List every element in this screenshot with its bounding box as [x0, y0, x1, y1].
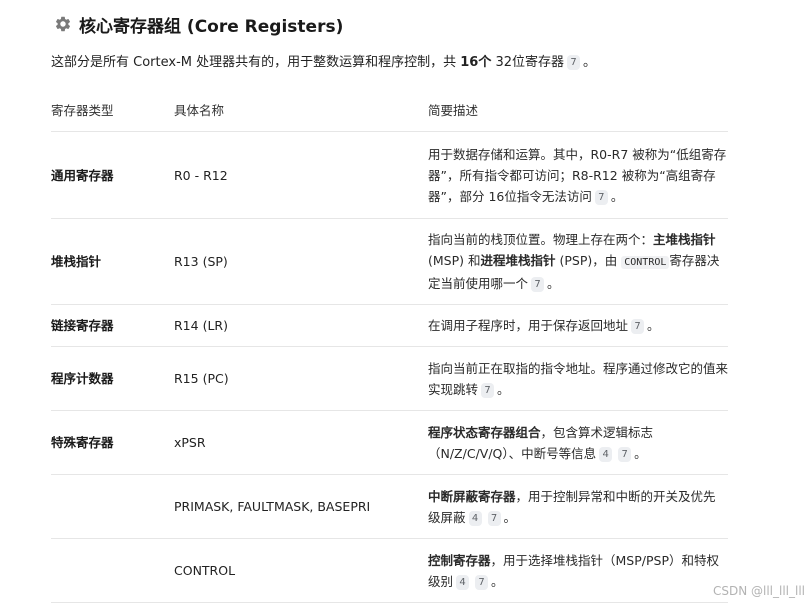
table-header-row: 寄存器类型 具体名称 简要描述	[51, 88, 728, 132]
citation-badge[interactable]: 4	[599, 446, 613, 462]
citation-badge[interactable]: 4	[456, 574, 470, 590]
citation-badge[interactable]: 7	[487, 510, 501, 526]
table-row: 堆栈指针 R13 (SP) 指向当前的栈顶位置。物理上存在两个：主堆栈指针 (M…	[51, 218, 728, 305]
register-type: 特殊寄存器	[51, 410, 174, 475]
citation-badge[interactable]: 7	[594, 189, 608, 205]
section-title: 核心寄存器组 (Core Registers)	[79, 16, 344, 37]
table-row: PRIMASK, FAULTMASK, BASEPRI 中断屏蔽寄存器，用于控制…	[51, 474, 728, 539]
table-row: 程序计数器 R15 (PC) 指向当前正在取指的指令地址。程序通过修改它的值来实…	[51, 346, 728, 411]
table-row: 通用寄存器 R0 - R12 用于数据存储和运算。其中，R0-R7 被称为“低组…	[51, 131, 728, 219]
watermark: CSDN @lll_lll_lll	[712, 584, 805, 598]
register-description: 指向当前的栈顶位置。物理上存在两个：主堆栈指针 (MSP) 和进程堆栈指针 (P…	[428, 218, 728, 305]
register-description: 用于数据存储和运算。其中，R0-R7 被称为“低组寄存器”，所有指令都可访问；R…	[428, 131, 728, 219]
register-type	[51, 474, 174, 539]
core-registers-table: 寄存器类型 具体名称 简要描述 通用寄存器 R0 - R12 用于数据存储和运算…	[51, 88, 728, 603]
register-name: R15 (PC)	[174, 346, 428, 411]
register-name: R13 (SP)	[174, 218, 428, 305]
register-description: 在调用子程序时，用于保存返回地址 7。	[428, 304, 728, 347]
register-name: CONTROL	[174, 538, 428, 603]
table-row: 特殊寄存器 xPSR 程序状态寄存器组合，包含算术逻辑标志（N/Z/C/V/Q）…	[51, 410, 728, 475]
register-description: 程序状态寄存器组合，包含算术逻辑标志（N/Z/C/V/Q）、中断号等信息 4 7。	[428, 410, 728, 475]
citation-badge[interactable]: 7	[567, 55, 581, 70]
register-description: 中断屏蔽寄存器，用于控制异常和中断的开关及优先级屏蔽 4 7。	[428, 474, 728, 539]
citation-badge[interactable]: 7	[631, 319, 645, 334]
register-type	[51, 538, 174, 603]
register-type: 程序计数器	[51, 346, 174, 411]
citation-badge[interactable]: 7	[618, 446, 632, 462]
section-heading: 核心寄存器组 (Core Registers)	[54, 11, 343, 37]
register-name: PRIMASK, FAULTMASK, BASEPRI	[174, 474, 428, 539]
header-description: 简要描述	[428, 88, 728, 132]
table-row: CONTROL 控制寄存器，用于选择堆栈指针（MSP/PSP）和特权级别 4 7。	[51, 538, 728, 603]
register-description: 指向当前正在取指的指令地址。程序通过修改它的值来实现跳转 7。	[428, 346, 728, 411]
intro-paragraph: 这部分是所有 Cortex-M 处理器共有的，用于整数运算和程序控制，共 16个…	[51, 55, 597, 70]
inline-code: CONTROL	[621, 256, 670, 269]
citation-badge[interactable]: 7	[475, 574, 489, 590]
citation-badge[interactable]: 7	[531, 277, 545, 292]
register-name: R14 (LR)	[174, 304, 428, 347]
register-type: 堆栈指针	[51, 218, 174, 305]
register-type: 链接寄存器	[51, 304, 174, 347]
register-count: 16个	[460, 55, 492, 70]
register-name: R0 - R12	[174, 131, 428, 219]
citation-badge[interactable]: 7	[481, 382, 495, 398]
header-register-name: 具体名称	[174, 88, 428, 132]
register-name: xPSR	[174, 410, 428, 475]
table-row: 链接寄存器 R14 (LR) 在调用子程序时，用于保存返回地址 7。	[51, 304, 728, 347]
header-register-type: 寄存器类型	[51, 88, 174, 132]
register-description: 控制寄存器，用于选择堆栈指针（MSP/PSP）和特权级别 4 7。	[428, 538, 728, 603]
gear-icon	[54, 15, 72, 33]
citation-badge[interactable]: 4	[468, 510, 482, 526]
register-type: 通用寄存器	[51, 131, 174, 219]
